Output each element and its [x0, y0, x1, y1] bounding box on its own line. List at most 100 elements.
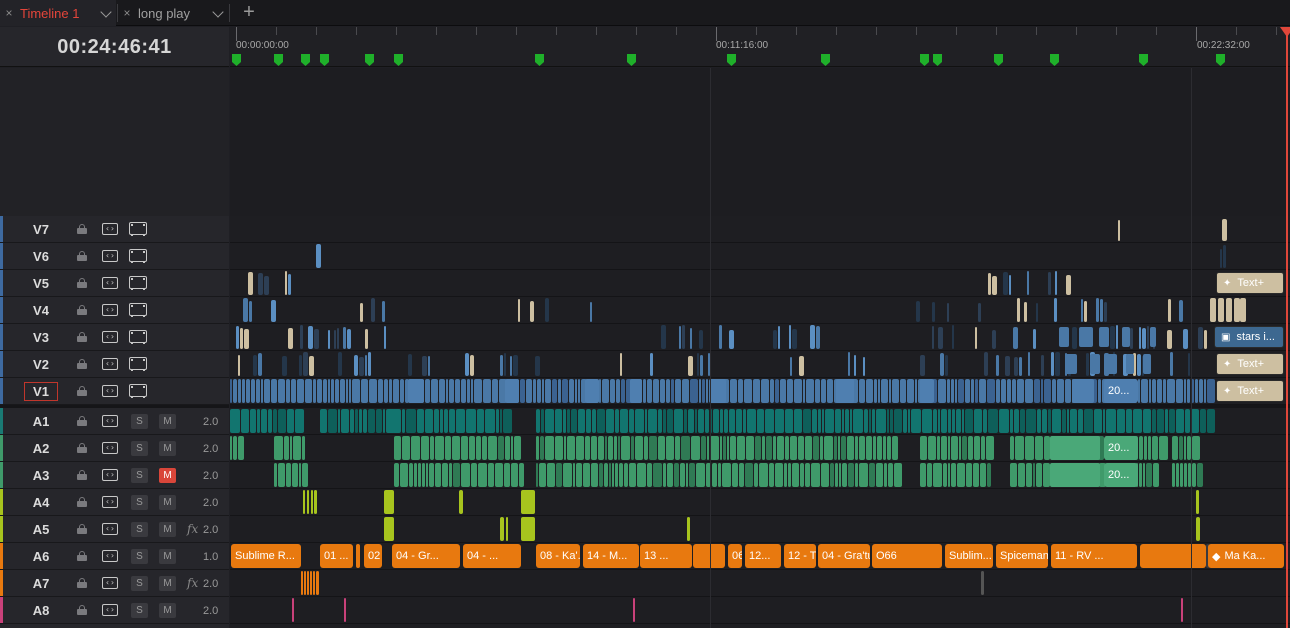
- compound-clip[interactable]: 20...: [1104, 436, 1138, 460]
- audio-clip[interactable]: [894, 463, 902, 487]
- track-name[interactable]: V2: [24, 357, 58, 372]
- video-clip[interactable]: [1055, 352, 1060, 376]
- video-clip[interactable]: [650, 353, 653, 376]
- film-icon[interactable]: [129, 249, 147, 263]
- audio-clip[interactable]: Spiceman - R...: [996, 544, 1048, 568]
- audio-clip[interactable]: [775, 463, 783, 487]
- audio-clip[interactable]: [504, 463, 510, 487]
- audio-clip[interactable]: [855, 463, 858, 487]
- video-track-lane-v2[interactable]: ✦ Text+: [230, 351, 1290, 378]
- video-clip[interactable]: [630, 379, 642, 403]
- video-clip[interactable]: [1041, 379, 1043, 403]
- audio-clip[interactable]: [576, 463, 582, 487]
- audio-clip[interactable]: [1072, 463, 1100, 487]
- audio-clip[interactable]: [555, 436, 563, 460]
- audio-clip[interactable]: [705, 409, 709, 433]
- audio-clip[interactable]: [350, 409, 354, 433]
- fx-indicator[interactable]: fx: [187, 576, 198, 590]
- video-clip[interactable]: [300, 325, 303, 349]
- audio-clip[interactable]: [928, 436, 936, 460]
- audio-clip[interactable]: [876, 463, 883, 487]
- audio-clip[interactable]: [1094, 409, 1102, 433]
- video-clip[interactable]: [408, 379, 424, 403]
- audio-clip[interactable]: [818, 409, 821, 433]
- audio-clip[interactable]: [850, 409, 852, 433]
- solo-button[interactable]: S: [131, 441, 148, 456]
- audio-clip[interactable]: [1020, 409, 1025, 433]
- video-clip[interactable]: [590, 302, 592, 322]
- video-clip[interactable]: [682, 379, 689, 403]
- video-clip[interactable]: [787, 379, 793, 403]
- mute-button[interactable]: M: [159, 441, 176, 456]
- video-clip[interactable]: [1199, 379, 1203, 403]
- video-clip[interactable]: [920, 379, 934, 403]
- audio-clip[interactable]: [790, 436, 797, 460]
- audio-clip[interactable]: [952, 409, 955, 433]
- audio-clip[interactable]: [729, 409, 735, 433]
- video-track-lane-v3[interactable]: ▣ stars i...: [230, 324, 1290, 351]
- audio-clip[interactable]: [624, 463, 628, 487]
- audio-clip[interactable]: [1025, 436, 1034, 460]
- audio-clip[interactable]: [775, 409, 784, 433]
- image-clip[interactable]: ▣ stars i...: [1214, 326, 1284, 348]
- video-clip[interactable]: [271, 300, 276, 322]
- video-clip[interactable]: [975, 327, 977, 349]
- audio-clip[interactable]: [567, 409, 570, 433]
- video-clip[interactable]: [288, 274, 291, 295]
- track-name[interactable]: V1: [24, 382, 58, 401]
- timeline-marker[interactable]: [365, 53, 374, 66]
- lock-icon[interactable]: [77, 278, 87, 288]
- audio-clip[interactable]: [539, 463, 546, 487]
- audio-clip[interactable]: [798, 436, 804, 460]
- video-clip[interactable]: [878, 379, 880, 403]
- audio-clip[interactable]: [435, 436, 444, 460]
- audio-clip[interactable]: [724, 409, 728, 433]
- audio-clip[interactable]: [762, 436, 765, 460]
- audio-clip[interactable]: [911, 409, 921, 433]
- close-icon[interactable]: ×: [118, 6, 136, 20]
- video-clip[interactable]: [1066, 275, 1071, 295]
- audio-clip[interactable]: [307, 571, 309, 595]
- audio-clip[interactable]: [1140, 544, 1206, 568]
- video-clip[interactable]: [271, 379, 277, 403]
- video-clip[interactable]: [1051, 352, 1054, 376]
- audio-clip[interactable]: [421, 436, 429, 460]
- audio-clip[interactable]: [1191, 409, 1199, 433]
- auto-select-icon[interactable]: ‹›: [102, 415, 118, 427]
- video-clip[interactable]: [365, 329, 368, 349]
- audio-clip[interactable]: [1176, 409, 1184, 433]
- video-clip[interactable]: [679, 326, 681, 349]
- audio-clip[interactable]: [872, 409, 875, 433]
- audio-clip[interactable]: [1133, 409, 1142, 433]
- video-clip[interactable]: [1052, 379, 1056, 403]
- video-clip[interactable]: [1183, 329, 1188, 349]
- audio-clip[interactable]: [723, 436, 726, 460]
- audio-clip[interactable]: [701, 436, 706, 460]
- audio-clip[interactable]: [564, 436, 566, 460]
- audio-clip[interactable]: [847, 436, 854, 460]
- video-clip[interactable]: [881, 379, 888, 403]
- audio-clip[interactable]: [962, 436, 967, 460]
- audio-clip[interactable]: [713, 409, 719, 433]
- timeline-marker[interactable]: [232, 53, 241, 66]
- video-clip[interactable]: [316, 244, 321, 268]
- audio-clip[interactable]: [1143, 409, 1151, 433]
- audio-clip[interactable]: [948, 436, 950, 460]
- audio-clip[interactable]: [663, 409, 666, 433]
- video-clip[interactable]: [461, 379, 466, 403]
- lock-icon[interactable]: [77, 224, 87, 234]
- audio-clip[interactable]: [545, 409, 554, 433]
- auto-select-icon[interactable]: ‹›: [102, 550, 118, 562]
- video-clip[interactable]: [346, 379, 348, 403]
- audio-clip[interactable]: [859, 436, 865, 460]
- video-clip[interactable]: [688, 356, 693, 376]
- audio-clip[interactable]: [344, 598, 346, 622]
- audio-clip[interactable]: [1078, 409, 1083, 433]
- audio-clip[interactable]: [1148, 436, 1151, 460]
- video-clip[interactable]: [660, 379, 665, 403]
- film-icon[interactable]: [129, 384, 147, 398]
- audio-clip[interactable]: [597, 409, 605, 433]
- audio-clip[interactable]: [1026, 463, 1032, 487]
- audio-clip[interactable]: [743, 409, 746, 433]
- audio-clip[interactable]: [698, 409, 704, 433]
